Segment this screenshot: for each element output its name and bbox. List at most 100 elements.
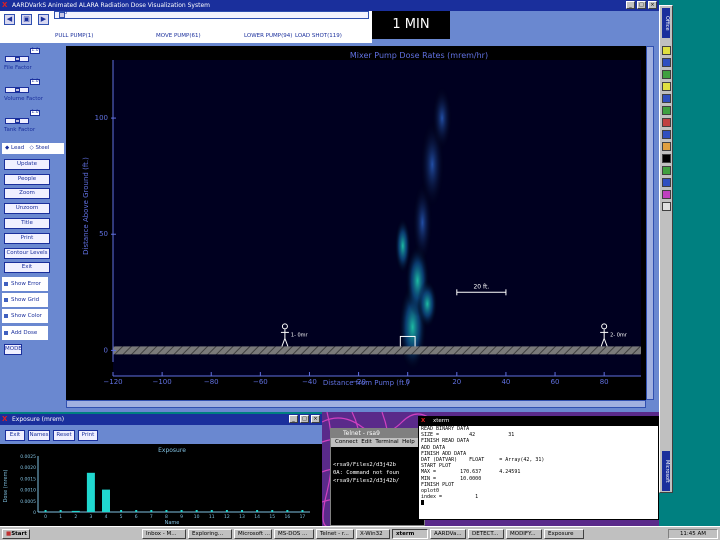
office-app-icon[interactable] bbox=[662, 142, 671, 151]
show-grid-checkbox[interactable]: Show Grid bbox=[2, 293, 48, 307]
xterm-title: xterm bbox=[433, 418, 450, 424]
telnet-menu-help[interactable]: Help bbox=[402, 439, 415, 445]
taskbar-task[interactable]: Inbox - M... bbox=[142, 529, 186, 539]
taskbar-task[interactable]: Exposure bbox=[544, 529, 584, 539]
time-slider[interactable] bbox=[54, 11, 369, 19]
contour-levels-button[interactable]: Contour Levels bbox=[4, 248, 50, 259]
exposure-exit-button[interactable]: Exit bbox=[5, 430, 25, 441]
exposure-x-tick-label: 14 bbox=[254, 514, 260, 520]
plot-title: Mixer Pump Dose Rates (mrem/hr) bbox=[350, 51, 488, 60]
zoom-button[interactable]: Zoom bbox=[4, 188, 50, 199]
stop-icon: ▣ bbox=[23, 15, 30, 23]
volume-factor-slider[interactable] bbox=[5, 87, 29, 93]
office-app-icon[interactable] bbox=[662, 118, 671, 127]
y-tick-label: 50 bbox=[99, 230, 108, 238]
office-app-icon[interactable] bbox=[662, 94, 671, 103]
y-tick-label: 0 bbox=[104, 346, 108, 354]
exposure-print-button[interactable]: Print bbox=[78, 430, 98, 441]
tank-factor-slider[interactable] bbox=[5, 118, 29, 124]
file-factor-slider[interactable] bbox=[5, 56, 29, 62]
exposure-reset-button[interactable]: Reset bbox=[53, 430, 75, 441]
exposure-x-tick-label: 11 bbox=[209, 514, 215, 520]
maximize-icon[interactable]: □ bbox=[637, 1, 646, 9]
exposure-y-tick-label: 0.0015 bbox=[20, 476, 36, 482]
exposure-bar bbox=[286, 510, 289, 512]
xterm-output[interactable]: READ BINARY DATA SIZE = 42 31 FINISH READ … bbox=[419, 426, 658, 508]
plot-horizontal-scrollbar[interactable] bbox=[66, 400, 646, 408]
telnet-menu-edit[interactable]: Edit bbox=[361, 439, 372, 445]
office-shortcut-bar: Office Microsoft bbox=[659, 5, 673, 493]
print-button[interactable]: Print bbox=[4, 233, 50, 244]
exposure-bar bbox=[44, 510, 47, 512]
close-icon[interactable]: × bbox=[648, 1, 657, 9]
exposure-chart-title: Exposure bbox=[158, 447, 186, 454]
taskbar-task[interactable]: MODIFY... bbox=[506, 529, 542, 539]
taskbar-task[interactable]: Exploring... bbox=[188, 529, 232, 539]
taskbar-task[interactable]: Microsoft ... bbox=[234, 529, 272, 539]
office-app-icon[interactable] bbox=[662, 70, 671, 79]
play-button[interactable]: ▶ bbox=[38, 14, 49, 25]
telnet-menu-terminal[interactable]: Terminal bbox=[375, 439, 398, 445]
show-color-checkbox[interactable]: Show Color bbox=[2, 309, 48, 323]
office-app-icon[interactable] bbox=[662, 202, 671, 211]
start-button[interactable]: ■Start bbox=[2, 529, 30, 539]
maximize-icon[interactable]: □ bbox=[300, 415, 309, 423]
office-app-icon[interactable] bbox=[662, 166, 671, 175]
exit-button[interactable]: Exit bbox=[4, 262, 50, 273]
rewind-button[interactable]: ◀ bbox=[4, 14, 15, 25]
taskbar-task[interactable]: Telnet - r... bbox=[316, 529, 354, 539]
pump-label-lower: LOWER PUMP(94) bbox=[244, 33, 293, 39]
update-button[interactable]: Update bbox=[4, 159, 50, 170]
app-title-bar: X AARDVarkS Animated ALARA Radiation Dos… bbox=[0, 0, 659, 11]
office-app-icon[interactable] bbox=[662, 46, 671, 55]
office-app-icon[interactable] bbox=[662, 154, 671, 163]
telnet-menu-connect[interactable]: Connect bbox=[335, 439, 358, 445]
exposure-title: Exposure (mrem) bbox=[12, 416, 65, 423]
volume-factor-value: 1.0 bbox=[30, 79, 40, 85]
radio-steel[interactable]: ◇ Steel bbox=[29, 145, 49, 151]
title-button[interactable]: Title bbox=[4, 218, 50, 229]
office-app-icon[interactable] bbox=[662, 58, 671, 67]
exposure-x-tick-label: 0 bbox=[44, 514, 47, 520]
pump-label-load: LOAD SHOT(119) bbox=[295, 33, 342, 39]
exposure-x-tick-label: 10 bbox=[194, 514, 200, 520]
taskbar-task[interactable]: MS-DOS ... bbox=[274, 529, 314, 539]
taskbar-task[interactable]: xterm bbox=[392, 529, 428, 539]
volume-factor-label: Volume Factor bbox=[4, 96, 44, 102]
add-dose-checkbox[interactable]: Add Dose bbox=[2, 326, 48, 340]
dose-plot-area: Mixer Pump Dose Rates (mrem/hr) −120 −100… bbox=[66, 46, 646, 400]
exposure-x-tick-label: 12 bbox=[224, 514, 230, 520]
exposure-names-button[interactable]: Names bbox=[28, 430, 50, 441]
minimize-icon[interactable]: _ bbox=[626, 1, 635, 9]
office-label: Office bbox=[662, 8, 670, 38]
pump-label-pull: PULL PUMP(1) bbox=[55, 33, 94, 39]
mode-button[interactable]: MODE bbox=[4, 344, 22, 355]
exposure-chart-bg bbox=[0, 444, 322, 526]
person-label: 1- 0mr bbox=[291, 332, 309, 338]
plot-vertical-scrollbar[interactable] bbox=[646, 46, 654, 400]
minimize-icon[interactable]: _ bbox=[289, 415, 298, 423]
exposure-bar bbox=[165, 510, 168, 512]
unzoom-button[interactable]: Unzoom bbox=[4, 203, 50, 214]
people-button[interactable]: People bbox=[4, 174, 50, 185]
office-app-icon[interactable] bbox=[662, 178, 671, 187]
stop-button[interactable]: ▣ bbox=[21, 14, 32, 25]
microsoft-label: Microsoft bbox=[662, 451, 670, 491]
y-tick-label: 100 bbox=[95, 114, 108, 122]
office-app-icon[interactable] bbox=[662, 82, 671, 91]
pump-label-move: MOVE PUMP(61) bbox=[156, 33, 201, 39]
show-error-checkbox[interactable]: Show Error bbox=[2, 277, 48, 291]
taskbar-task[interactable]: DETECT... bbox=[468, 529, 504, 539]
office-app-icon[interactable] bbox=[662, 106, 671, 115]
x-logo-icon: X bbox=[2, 1, 8, 9]
exposure-bar bbox=[271, 510, 274, 512]
telnet-menu-bar: Connect Edit Terminal Help bbox=[331, 438, 424, 447]
close-icon[interactable]: × bbox=[311, 415, 320, 423]
office-app-icon[interactable] bbox=[662, 130, 671, 139]
rewind-icon: ◀ bbox=[6, 15, 13, 23]
radio-lead[interactable]: ◆ Lead bbox=[5, 145, 24, 151]
taskbar-task[interactable]: X-Win32 bbox=[356, 529, 390, 539]
office-app-icon[interactable] bbox=[662, 190, 671, 199]
x-tick-label: 40 bbox=[501, 378, 510, 386]
taskbar-task[interactable]: AARDVa... bbox=[430, 529, 466, 539]
